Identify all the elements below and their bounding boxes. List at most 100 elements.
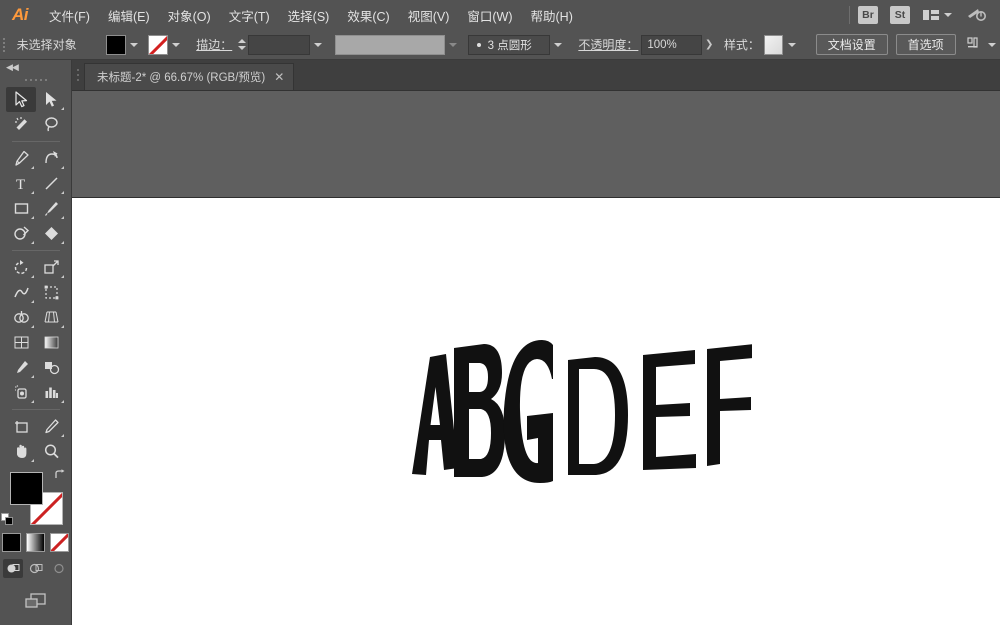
lasso-tool[interactable] (36, 112, 66, 137)
menu-view[interactable]: 视图(V) (399, 0, 459, 30)
artboard[interactable] (72, 197, 1000, 625)
search-adobe-icon[interactable] (966, 6, 988, 24)
stock-icon[interactable]: St (890, 6, 910, 24)
graphic-style-chevron-down-icon[interactable] (783, 35, 800, 55)
control-bar-grip[interactable] (0, 30, 9, 60)
flyout-indicator-icon (31, 166, 34, 169)
screen-mode-button[interactable] (0, 592, 71, 612)
brush-definition-combo[interactable] (334, 34, 462, 55)
artboard-tool[interactable] (6, 414, 36, 439)
shaper-pencil-tool[interactable] (6, 221, 36, 246)
flyout-indicator-icon (61, 434, 64, 437)
toolbar-grip[interactable] (0, 74, 71, 85)
workspace-switcher-icon[interactable] (922, 8, 940, 22)
swap-fill-stroke-icon[interactable] (53, 469, 66, 482)
align-objects-icon[interactable] (967, 37, 983, 52)
opacity-label[interactable]: 不透明度： (578, 36, 638, 53)
variable-width-profile-combo[interactable]: 3 点圆形 (467, 34, 567, 55)
tool-divider (12, 250, 60, 251)
brush-profile-label: 3 点圆形 (487, 39, 532, 52)
workspace-chevron-down-icon[interactable] (944, 13, 952, 17)
stroke-weight-input[interactable] (247, 34, 310, 55)
flyout-indicator-icon (31, 275, 34, 278)
menu-object[interactable]: 对象(O) (159, 0, 220, 30)
free-transform-tool[interactable] (36, 280, 66, 305)
pen-tool[interactable] (6, 146, 36, 171)
brush-definition-input[interactable] (334, 34, 445, 55)
symbol-sprayer-tool[interactable] (6, 380, 36, 405)
slice-tool[interactable] (36, 414, 66, 439)
graphic-style-swatch[interactable] (763, 34, 784, 55)
shape-builder-tool[interactable] (6, 305, 36, 330)
opacity-input[interactable]: 100% (641, 34, 703, 55)
brush-profile-display[interactable]: 3 点圆形 (467, 34, 550, 55)
draw-behind-mode[interactable] (26, 559, 46, 578)
opacity-popup-arrow-icon[interactable]: ❯ (702, 35, 716, 55)
rotate-tool[interactable] (6, 255, 36, 280)
draw-normal-mode[interactable] (2, 559, 23, 578)
blend-tool[interactable] (36, 355, 66, 380)
menu-effect[interactable]: 效果(C) (338, 0, 398, 30)
curvature-tool[interactable] (36, 146, 66, 171)
menu-type[interactable]: 文字(T) (220, 0, 279, 30)
gradient-tool[interactable] (36, 330, 66, 355)
eraser-tool[interactable] (36, 221, 66, 246)
zoom-tool[interactable] (36, 439, 66, 464)
width-tool[interactable] (6, 280, 36, 305)
stroke-weight-chevron-down-icon[interactable] (310, 35, 327, 55)
type-tool[interactable]: T (6, 171, 36, 196)
flyout-indicator-icon (61, 191, 64, 194)
preferences-button[interactable]: 首选项 (895, 34, 956, 55)
default-fill-stroke-icon[interactable] (1, 513, 14, 526)
rectangle-tool[interactable] (6, 196, 36, 221)
close-icon[interactable]: ✕ (274, 71, 284, 83)
scale-tool[interactable] (36, 255, 66, 280)
fill-color-indicator[interactable] (10, 472, 43, 505)
menu-bar: Ai 文件(F) 编辑(E) 对象(O) 文字(T) 选择(S) 效果(C) 视… (0, 0, 1000, 30)
illustrator-window: Ai 文件(F) 编辑(E) 对象(O) 文字(T) 选择(S) 效果(C) 视… (0, 0, 1000, 625)
perspective-grid-tool[interactable] (36, 305, 66, 330)
flyout-indicator-icon (31, 400, 34, 403)
color-mode-gradient[interactable] (26, 533, 45, 552)
stroke-weight-label[interactable]: 描边： (196, 36, 232, 53)
canvas-area[interactable] (72, 91, 1000, 625)
selection-tool[interactable] (6, 87, 36, 112)
menu-help[interactable]: 帮助(H) (522, 0, 582, 30)
mesh-tool[interactable] (6, 330, 36, 355)
fill-color-chevron-down-icon[interactable] (126, 35, 143, 55)
flyout-indicator-icon (31, 216, 34, 219)
magic-wand-tool[interactable] (6, 112, 36, 137)
color-mode-solid[interactable] (2, 533, 21, 552)
hand-tool[interactable] (6, 439, 36, 464)
line-segment-tool[interactable] (36, 171, 66, 196)
fill-color-swatch[interactable] (106, 34, 126, 55)
flyout-indicator-icon (31, 300, 34, 303)
color-mode-none[interactable] (50, 533, 69, 552)
paintbrush-tool[interactable] (36, 196, 66, 221)
column-graph-tool[interactable] (36, 380, 66, 405)
menu-edit[interactable]: 编辑(E) (99, 0, 159, 30)
menu-window[interactable]: 窗口(W) (458, 0, 521, 30)
document-setup-button[interactable]: 文档设置 (815, 34, 888, 55)
tab-bar-grip[interactable] (72, 59, 84, 90)
artwork-abcdef[interactable] (402, 323, 752, 498)
document-tab[interactable]: 未标题-2* @ 66.67% (RGB/预览) ✕ (84, 63, 295, 90)
menu-select[interactable]: 选择(S) (279, 0, 339, 30)
tool-divider (12, 409, 60, 410)
brush-definition-chevron-down-icon[interactable] (445, 35, 462, 55)
stroke-color-chevron-down-icon[interactable] (168, 35, 185, 55)
stroke-color-swatch[interactable] (148, 34, 168, 55)
menu-file[interactable]: 文件(F) (40, 0, 99, 30)
toolbar-collapse-icon[interactable]: ◀◀ (0, 60, 71, 74)
color-mode-buttons (0, 533, 71, 552)
direct-selection-tool[interactable] (36, 87, 66, 112)
menu-bar-right-cluster: Br St (841, 0, 1000, 30)
stroke-weight-stepper[interactable] (236, 35, 248, 55)
stroke-weight-combo[interactable] (247, 34, 327, 55)
bridge-icon[interactable]: Br (858, 6, 878, 24)
draw-inside-mode[interactable] (49, 559, 69, 578)
align-chevron-down-icon[interactable] (983, 35, 1000, 55)
brush-profile-chevron-down-icon[interactable] (550, 35, 567, 55)
eyedropper-tool[interactable] (6, 355, 36, 380)
flyout-indicator-icon (61, 325, 64, 328)
